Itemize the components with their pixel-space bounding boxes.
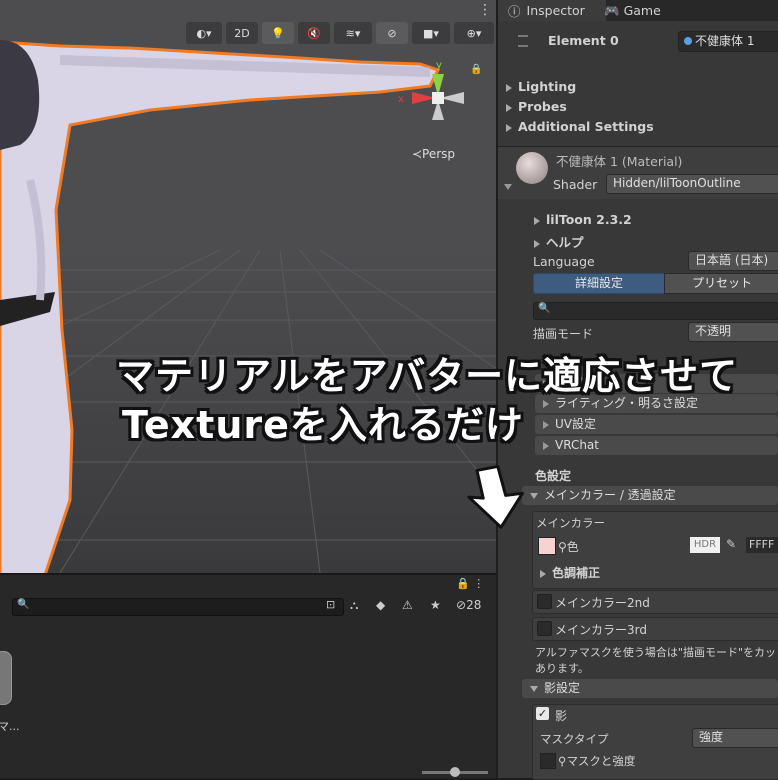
- material-fold-icon[interactable]: [504, 184, 512, 190]
- triangle-right-icon: [540, 569, 546, 578]
- hex-color-field[interactable]: FFFF: [746, 537, 778, 553]
- orientation-gizmo[interactable]: y x: [398, 58, 478, 138]
- scene-menu-icon[interactable]: ⋮: [478, 2, 492, 18]
- project-search-input[interactable]: 🔍: [12, 598, 344, 616]
- 2d-toggle[interactable]: 2D: [226, 22, 258, 44]
- language-label: Language: [533, 254, 595, 269]
- mute-icon: 🔇: [307, 26, 321, 40]
- filter-label-icon[interactable]: ◆: [376, 598, 385, 612]
- fold-probes[interactable]: Probes: [498, 99, 778, 114]
- filter-type-icon[interactable]: ⛬: [350, 598, 358, 613]
- main2-checkbox[interactable]: [537, 594, 552, 609]
- persp-label[interactable]: ≺Persp: [412, 147, 455, 161]
- render-mode-label: 描画モード: [533, 327, 594, 341]
- fold-liltoon-version[interactable]: lilToon 2.3.2: [498, 212, 778, 227]
- filter-warning-icon[interactable]: ⚠: [402, 598, 413, 612]
- shading-icon: ◐▾: [196, 26, 212, 40]
- overlay-caption-line1: マテリアルをアバターに適応させて: [116, 354, 739, 398]
- triangle-down-icon: [530, 685, 538, 692]
- property-search-input[interactable]: 🔍: [533, 302, 778, 320]
- main-color-swatch[interactable]: [538, 537, 556, 555]
- mask-strength-texture-slot[interactable]: [540, 753, 556, 769]
- mask-type-label: マスクタイプ: [540, 732, 609, 746]
- eye-slash-icon: ⊘: [387, 26, 397, 40]
- section-uv-settings[interactable]: UV設定: [535, 415, 778, 434]
- fold-color-adjust[interactable]: 色調補正: [540, 564, 600, 581]
- material-preview-sphere: [516, 152, 548, 184]
- mask-type-dropdown[interactable]: 強度: [692, 728, 778, 748]
- material-dot-icon: [684, 37, 692, 45]
- eye-slash-icon: ⊘: [456, 598, 467, 612]
- layers-icon: ≋▾: [345, 26, 361, 40]
- search-options-icon[interactable]: ⊡: [326, 598, 340, 612]
- scene-toolbar: ◐▾ 2D 💡 🔇 ≋▾ ⊘ ■▾ ⊕▾: [0, 20, 496, 46]
- gizmos-dropdown[interactable]: ⊕▾: [454, 22, 494, 44]
- shader-dropdown[interactable]: Hidden/lilToonOutline: [606, 174, 778, 194]
- shadow-label: 影: [555, 709, 568, 723]
- texture-icon: ⚲: [558, 540, 567, 554]
- main3-checkbox[interactable]: [537, 621, 552, 636]
- gizmo-icon: ⊕▾: [466, 26, 482, 40]
- section-main-color[interactable]: メインカラー / 透過設定: [522, 486, 778, 505]
- fold-additional-settings[interactable]: Additional Settings: [498, 119, 778, 134]
- triangle-right-icon: [534, 239, 540, 248]
- scene-view[interactable]: ◐▾ 2D 💡 🔇 ≋▾ ⊘ ■▾ ⊕▾ ⋮ y x 🔒 ≺Persp: [0, 0, 496, 573]
- main-color-box-title: メインカラー: [536, 516, 605, 530]
- gizmo-x-label: x: [398, 94, 404, 105]
- asset-label[interactable]: マ...: [0, 718, 20, 734]
- drag-handle-icon[interactable]: [518, 35, 528, 47]
- main-color-label: ⚲色: [558, 540, 579, 554]
- main3-label: メインカラー3rd: [555, 623, 647, 637]
- lightbulb-icon: 💡: [271, 26, 285, 40]
- camera-dropdown[interactable]: ■▾: [412, 22, 450, 44]
- triangle-right-icon: [534, 216, 540, 225]
- triangle-right-icon: [543, 399, 549, 408]
- material-name: 不健康体 1 (Material): [556, 154, 683, 169]
- gamepad-icon: 🎮: [604, 2, 620, 18]
- audio-toggle[interactable]: 🔇: [298, 22, 330, 44]
- mask-strength-label: ⚲マスクと強度: [558, 754, 636, 768]
- overlay-caption-line2: Textureを入れるだけ: [122, 403, 524, 447]
- triangle-right-icon: [543, 441, 549, 450]
- triangle-right-icon: [506, 83, 512, 92]
- element-label: Element 0: [548, 33, 619, 48]
- element-object-field[interactable]: 不健康体 1: [678, 31, 778, 52]
- render-mode-dropdown[interactable]: 不透明: [688, 322, 778, 342]
- main2-label: メインカラー2nd: [555, 596, 650, 610]
- info-icon: ⓘ: [508, 4, 521, 19]
- shader-label: Shader: [553, 177, 598, 192]
- fold-help[interactable]: ヘルプ: [498, 232, 778, 251]
- hidden-count[interactable]: ⊘28: [456, 598, 481, 612]
- camera-icon: ■▾: [423, 26, 439, 40]
- hidden-toggle[interactable]: ⊘: [376, 22, 408, 44]
- lighting-toggle[interactable]: 💡: [262, 22, 294, 44]
- search-icon: 🔍: [17, 599, 30, 610]
- zoom-slider-handle[interactable]: [450, 767, 460, 777]
- favorite-star-icon[interactable]: ★: [430, 598, 441, 612]
- section-vrchat[interactable]: VRChat: [535, 436, 778, 455]
- tab-inspector[interactable]: ⓘ Inspector: [498, 0, 606, 21]
- tab-game[interactable]: 🎮 Game: [604, 0, 684, 21]
- search-icon: 🔍: [538, 303, 551, 314]
- triangle-right-icon: [506, 103, 512, 112]
- shading-mode-button[interactable]: ◐▾: [186, 22, 222, 44]
- effects-dropdown[interactable]: ≋▾: [334, 22, 372, 44]
- lock-icon[interactable]: 🔒: [470, 64, 482, 75]
- gizmo-y-label: y: [436, 60, 442, 71]
- project-lock-icon[interactable]: 🔒 ⋮: [456, 577, 484, 590]
- tab-preset[interactable]: プリセット: [664, 273, 778, 294]
- language-dropdown[interactable]: 日本語 (日本): [688, 251, 778, 271]
- tab-advanced-settings[interactable]: 詳細設定: [533, 273, 665, 294]
- eyedropper-icon[interactable]: ✎: [726, 537, 736, 551]
- alpha-mask-note: アルファマスクを使う場合は"描画モード"をカットアウ: [535, 646, 778, 659]
- hdr-color-field[interactable]: HDR: [690, 537, 720, 553]
- asset-thumbnail[interactable]: [0, 651, 12, 705]
- alpha-mask-note-2: あります。: [535, 662, 589, 675]
- section-shadow[interactable]: 影設定: [522, 679, 778, 698]
- fold-lighting[interactable]: Lighting: [498, 79, 778, 94]
- triangle-right-icon: [543, 420, 549, 429]
- arrow-annotation-icon: [467, 464, 524, 529]
- triangle-right-icon: [506, 123, 512, 132]
- shadow-checkbox[interactable]: ✓: [536, 707, 549, 720]
